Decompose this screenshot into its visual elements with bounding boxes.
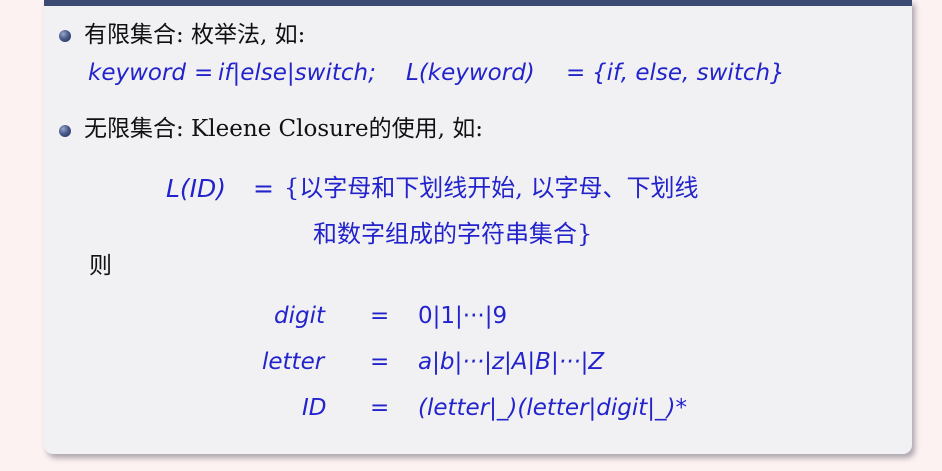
keyword-lhs: keyword: [88, 60, 187, 86]
equals-sign: =: [370, 349, 390, 375]
keyword-rhs: if|else|switch;: [218, 60, 376, 86]
id-language-definition-line-1: {以字母和下划线开始, 以字母、下划线: [284, 174, 699, 202]
digit-lhs: digit: [274, 303, 325, 329]
id-rhs: (letter|_)(letter|digit|_)*: [418, 395, 688, 421]
equals-sign: =: [253, 174, 274, 203]
infinite-set-heading: 无限集合: Kleene Closure的使用, 如:: [84, 116, 483, 142]
bullet-icon: [59, 125, 71, 137]
then-label: 则: [89, 253, 112, 279]
id-language-lhs: L(ID): [166, 174, 227, 203]
id-language-definition-line-2: 和数字组成的字符串集合}: [313, 220, 593, 248]
equals-sign: =: [370, 395, 390, 421]
keyword-language-rhs: {if, else, switch}: [592, 60, 785, 86]
equals-sign: =: [566, 60, 586, 86]
bullet-icon: [59, 30, 71, 42]
finite-set-heading: 有限集合: 枚举法, 如:: [84, 22, 306, 48]
id-lhs: ID: [302, 395, 327, 421]
letter-lhs: letter: [262, 349, 325, 375]
equals-sign: =: [370, 303, 390, 329]
equals-sign: =: [194, 60, 214, 86]
digit-rhs: 0|1|···|9: [418, 303, 508, 329]
letter-rhs: a|b|···|z|A|B|···|Z: [418, 349, 605, 375]
keyword-language-lhs: L(keyword): [406, 60, 535, 86]
